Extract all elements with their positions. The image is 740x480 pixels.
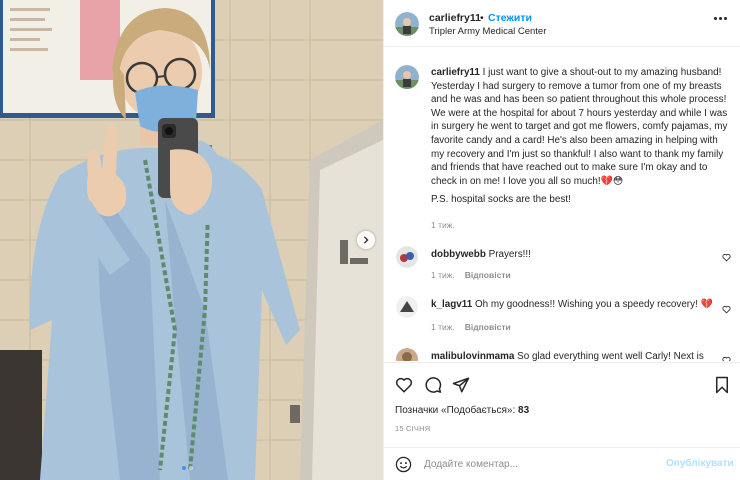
- comment-text: dobbywebb Prayers!!!: [431, 249, 531, 260]
- caption-text: I just want to give a shout-out to my am…: [431, 67, 728, 187]
- mirror-selfie-image: [0, 0, 383, 480]
- post-location[interactable]: Tripler Army Medical Center: [429, 26, 546, 37]
- comments-list[interactable]: carliefry11 I just want to give a shout-…: [384, 48, 740, 361]
- post-actions: Позначки «Подобається»: 83 15 СІЧНЯ: [384, 362, 740, 456]
- comment-meta: 1 тиж. Відповісти: [431, 322, 511, 332]
- post-caption: carliefry11 I just want to give a shout-…: [431, 66, 733, 188]
- author-avatar[interactable]: [395, 12, 419, 36]
- post-comment-button[interactable]: Опублікувати: [666, 458, 734, 469]
- emoji-icon[interactable]: [395, 456, 412, 473]
- comment-avatar[interactable]: [396, 296, 418, 318]
- add-comment-bar: Опублікувати: [384, 447, 740, 480]
- comment-time[interactable]: 1 тиж.: [431, 322, 455, 332]
- comment-icon[interactable]: [424, 376, 442, 394]
- comment-like-heart-icon[interactable]: [722, 356, 731, 361]
- carousel-dots: [182, 466, 193, 470]
- caption-timestamp[interactable]: 1 тиж.: [431, 220, 455, 230]
- more-options-icon[interactable]: [714, 17, 730, 23]
- separator-dot: •: [480, 12, 484, 24]
- post-date[interactable]: 15 СІЧНЯ: [395, 424, 430, 433]
- carousel-dot-active: [182, 466, 186, 470]
- comment-avatar[interactable]: [396, 246, 418, 268]
- reply-button[interactable]: Відповісти: [465, 322, 511, 332]
- comment-avatar[interactable]: [396, 348, 418, 361]
- save-icon[interactable]: [713, 376, 731, 394]
- comment-like-heart-icon[interactable]: [722, 305, 731, 314]
- comment-text: k_lagv11 Oh my goodness!! Wishing you a …: [431, 299, 713, 310]
- comment-username[interactable]: dobbywebb: [431, 249, 486, 260]
- comment-time[interactable]: 1 тиж.: [431, 270, 455, 280]
- share-icon[interactable]: [452, 376, 470, 394]
- comment-text: malibulovinmama So glad everything went …: [431, 351, 704, 361]
- post-photo[interactable]: [0, 0, 383, 480]
- caption-author-avatar[interactable]: [395, 65, 419, 89]
- post-panel: carliefry11 • Стежити Tripler Army Medic…: [383, 0, 740, 480]
- comment-meta: 1 тиж. Відповісти: [431, 270, 511, 280]
- comment-username[interactable]: k_lagv11: [431, 299, 472, 310]
- comment-like-heart-icon[interactable]: [722, 253, 731, 262]
- comment-username[interactable]: malibulovinmama: [431, 351, 514, 361]
- add-comment-input[interactable]: [424, 455, 654, 474]
- follow-button[interactable]: Стежити: [488, 12, 532, 24]
- likes-count[interactable]: Позначки «Подобається»: 83: [395, 405, 529, 416]
- caption-ps: P.S. hospital socks are the best!: [431, 194, 571, 205]
- author-username[interactable]: carliefry11: [429, 12, 481, 24]
- post-header: carliefry11 • Стежити Tripler Army Medic…: [384, 0, 740, 47]
- heart-icon[interactable]: [395, 376, 413, 394]
- carousel-dot: [189, 466, 193, 470]
- carousel-next-icon[interactable]: [357, 231, 375, 249]
- caption-username[interactable]: carliefry11: [431, 67, 480, 78]
- reply-button[interactable]: Відповісти: [465, 270, 511, 280]
